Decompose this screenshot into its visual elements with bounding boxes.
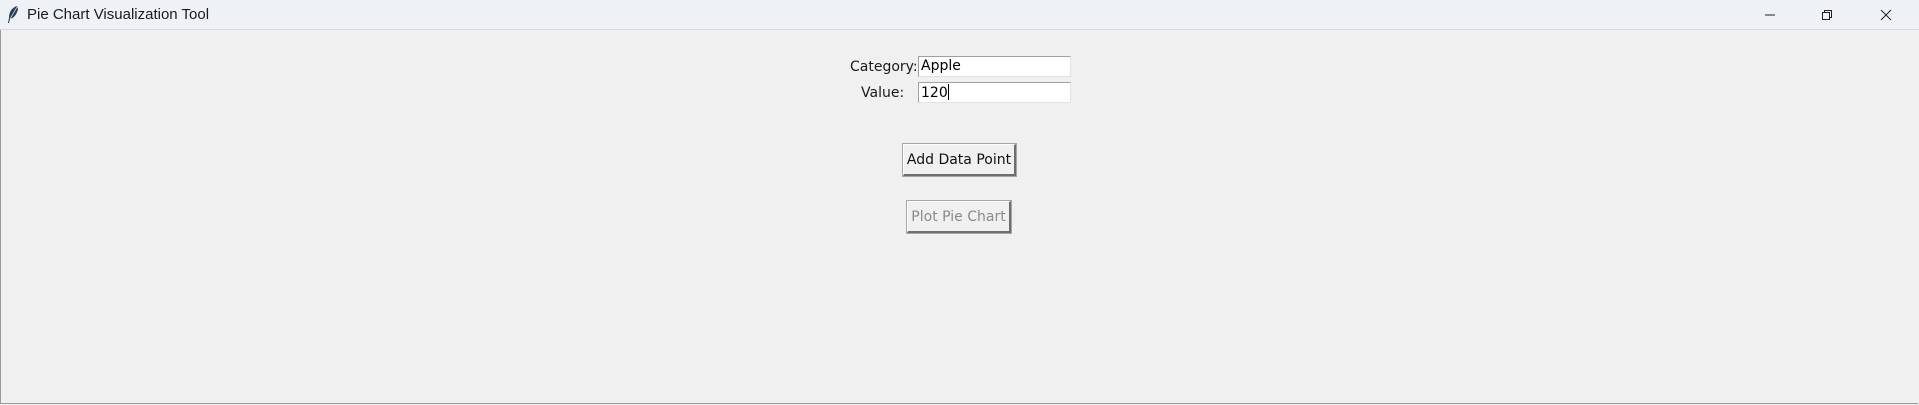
title-bar[interactable]: Pie Chart Visualization Tool	[0, 0, 1919, 30]
plot-pie-chart-label: Plot Pie Chart	[911, 208, 1006, 225]
minimize-button[interactable]	[1742, 0, 1798, 29]
add-data-point-button[interactable]: Add Data Point	[902, 143, 1017, 177]
value-input-text: 120	[921, 85, 948, 101]
value-label: Value:	[861, 85, 905, 101]
close-icon	[1880, 9, 1892, 20]
close-button[interactable]	[1858, 0, 1914, 29]
category-input[interactable]: Apple	[918, 56, 1071, 77]
window-title: Pie Chart Visualization Tool	[27, 6, 210, 23]
value-input[interactable]: 120	[918, 82, 1071, 103]
maximize-button[interactable]	[1799, 0, 1855, 29]
restore-icon	[1822, 9, 1832, 20]
category-input-text: Apple	[921, 58, 961, 74]
text-cursor	[947, 84, 949, 100]
feather-icon	[8, 6, 18, 23]
plot-pie-chart-button[interactable]: Plot Pie Chart	[906, 200, 1012, 234]
minimize-icon	[1765, 14, 1775, 15]
category-label: Category:	[850, 59, 918, 75]
add-data-point-label: Add Data Point	[906, 151, 1012, 168]
